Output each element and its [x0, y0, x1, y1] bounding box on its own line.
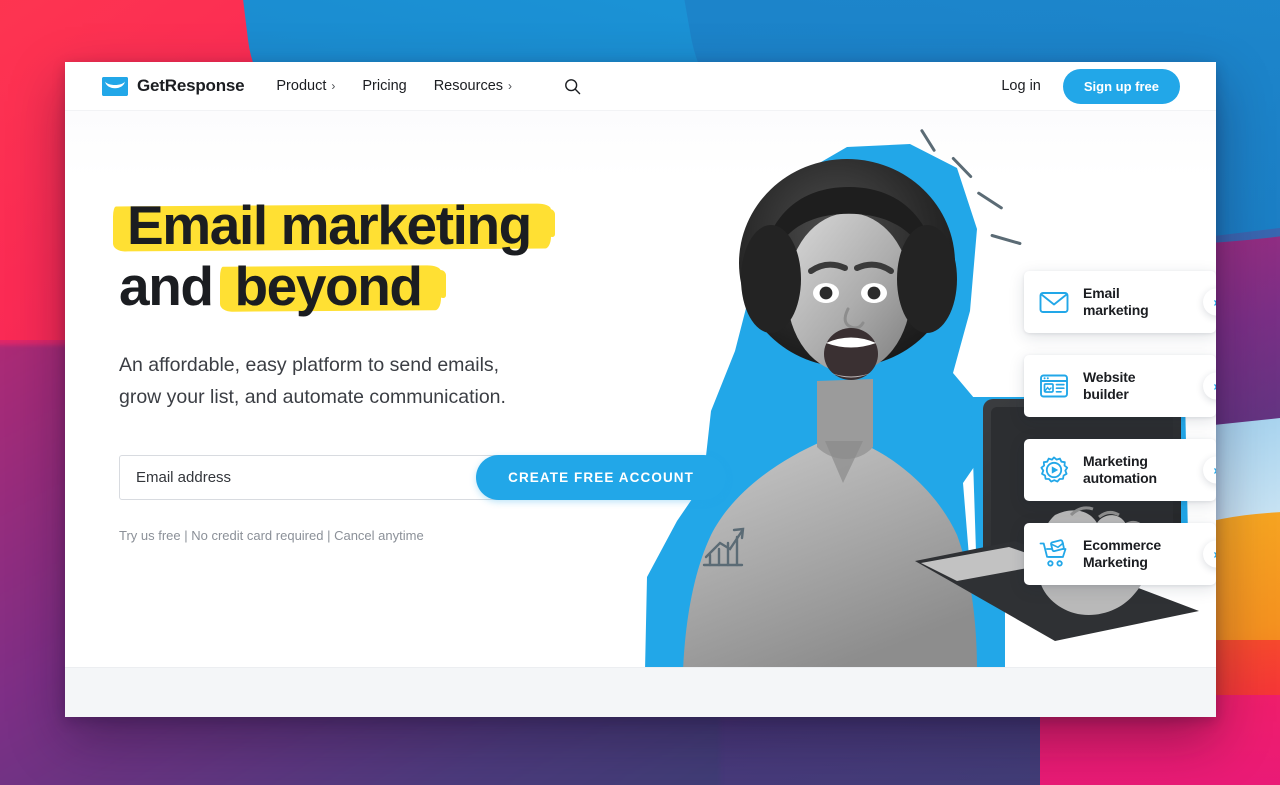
- headline-highlight-2: beyond: [226, 258, 446, 314]
- hero-copy: Email marketing and beyond An affordable…: [119, 198, 726, 544]
- feature-label-line-1: Email: [1083, 285, 1120, 302]
- nav-item-resources[interactable]: Resources ›: [434, 78, 512, 94]
- desktop-wallpaper: GetResponse Product › Pricing Resources …: [0, 0, 1280, 785]
- subject-mouth: [824, 328, 878, 380]
- headline-plain-text: and: [119, 254, 227, 317]
- nav-item-product[interactable]: Product ›: [276, 78, 335, 94]
- search-icon[interactable]: [564, 78, 581, 95]
- nav-item-pricing-label: Pricing: [362, 78, 407, 94]
- page-bottom-strip: [65, 667, 1216, 717]
- chevron-right-icon: ›: [508, 79, 513, 93]
- site-navbar: GetResponse Product › Pricing Resources …: [65, 62, 1216, 110]
- feature-label-line-2: automation: [1083, 470, 1157, 486]
- envelope-logo-icon: [102, 76, 128, 96]
- brand-name: GetResponse: [137, 76, 245, 95]
- bar-chart-growth-icon: [698, 523, 748, 571]
- nav-item-resources-label: Resources: [433, 78, 504, 94]
- hero-section: Email marketing and beyond An affordable…: [65, 110, 1216, 667]
- signup-form: CREATE FREE ACCOUNT: [119, 455, 726, 501]
- chevron-right-icon[interactable]: ›: [1203, 288, 1216, 316]
- feature-card-label: Marketing automation: [1083, 453, 1157, 486]
- page-title: Email marketing and beyond: [119, 198, 679, 314]
- create-free-account-button[interactable]: CREATE FREE ACCOUNT: [476, 455, 726, 501]
- login-link[interactable]: Log in: [1001, 78, 1041, 94]
- feature-card-email-marketing[interactable]: Email marketing ›: [1024, 271, 1216, 333]
- nav-links: Product › Pricing Resources ›: [276, 78, 581, 95]
- feature-label-line-1: Website: [1083, 369, 1136, 386]
- headline-highlight-1: Email marketing: [119, 198, 555, 253]
- website-builder-icon: [1038, 370, 1070, 402]
- subheadline-line-1: An affordable, easy platform to send ema…: [119, 353, 500, 376]
- feature-card-label: Email marketing: [1083, 285, 1149, 318]
- feature-card-ecommerce-marketing[interactable]: Ecommerce Marketing ›: [1024, 523, 1216, 585]
- chevron-right-icon: ›: [331, 79, 336, 93]
- nav-right-actions: Log in Sign up free: [1001, 68, 1216, 104]
- feature-card-label: Ecommerce Marketing: [1083, 537, 1161, 570]
- feature-label-line-1: Marketing: [1083, 453, 1148, 470]
- subheadline-line-2: grow your list, and automate communicati…: [119, 385, 506, 408]
- feature-label-line-1: Ecommerce: [1083, 537, 1162, 554]
- chevron-right-icon[interactable]: ›: [1203, 540, 1216, 568]
- feature-card-marketing-automation[interactable]: Marketing automation ›: [1024, 439, 1216, 501]
- feature-card-list: Email marketing ›: [1024, 271, 1216, 607]
- chevron-right-icon[interactable]: ›: [1203, 372, 1216, 400]
- feature-card-label: Website builder: [1083, 369, 1136, 402]
- browser-window: GetResponse Product › Pricing Resources …: [65, 62, 1216, 717]
- feature-card-website-builder[interactable]: Website builder ›: [1024, 355, 1216, 417]
- shopping-cart-envelope-icon: [1038, 538, 1070, 570]
- envelope-icon: [1038, 286, 1070, 318]
- hero-subheadline: An affordable, easy platform to send ema…: [119, 349, 619, 413]
- brand-logo[interactable]: GetResponse: [102, 76, 245, 96]
- headline-line-1: Email marketing: [119, 198, 679, 253]
- headline-line-2: and beyond: [119, 258, 679, 314]
- feature-label-line-2: marketing: [1083, 302, 1149, 318]
- chevron-right-icon[interactable]: ›: [1203, 456, 1216, 484]
- gear-play-icon: [1038, 454, 1070, 486]
- feature-label-line-2: builder: [1083, 386, 1129, 402]
- legal-note: Try us free | No credit card required | …: [119, 528, 424, 544]
- signup-free-button[interactable]: Sign up free: [1062, 68, 1180, 104]
- nav-item-pricing[interactable]: Pricing: [362, 78, 406, 94]
- feature-label-line-2: Marketing: [1083, 554, 1148, 570]
- nav-item-product-label: Product: [276, 78, 327, 94]
